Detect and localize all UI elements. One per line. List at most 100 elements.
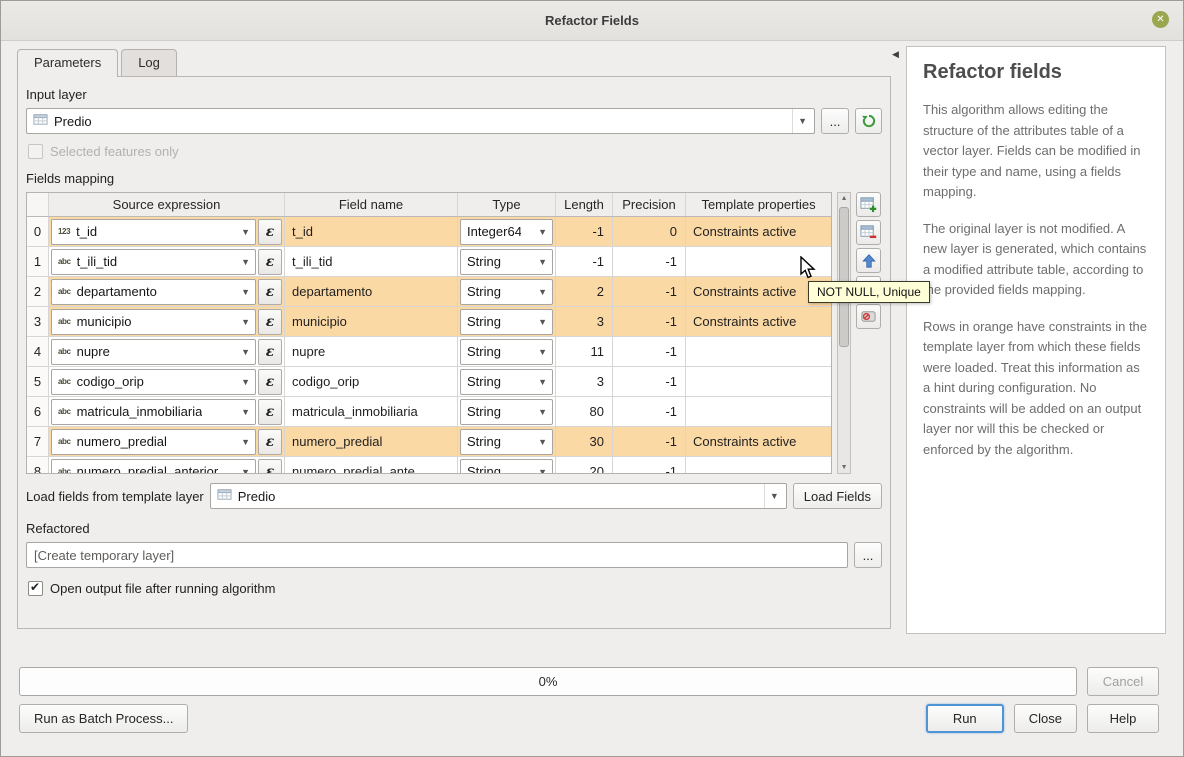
window-title: Refactor Fields: [545, 13, 639, 28]
chevron-down-icon: ▼: [236, 370, 255, 394]
type-combo[interactable]: String▼: [460, 309, 553, 335]
checkbox-box[interactable]: [28, 581, 43, 596]
type-combo[interactable]: String▼: [460, 429, 553, 455]
header-source-expression[interactable]: Source expression: [49, 193, 285, 216]
header-template-properties[interactable]: Template properties: [686, 193, 831, 216]
type-cell: String▼: [458, 307, 556, 336]
help-button[interactable]: Help: [1087, 704, 1159, 733]
row-number: 8: [27, 457, 49, 474]
precision-cell[interactable]: 0: [613, 217, 686, 246]
source-expression-combo[interactable]: 123t_id▼: [51, 219, 256, 245]
titlebar[interactable]: Refactor Fields ✕: [1, 1, 1183, 41]
template-layer-combo[interactable]: Predio ▼: [210, 483, 787, 509]
length-cell[interactable]: 30: [556, 427, 613, 456]
expression-builder-button[interactable]: ε: [258, 249, 282, 275]
field-name-cell[interactable]: numero_predial: [285, 427, 458, 456]
precision-cell[interactable]: -1: [613, 247, 686, 276]
field-name-cell[interactable]: numero_predial_ante: [285, 457, 458, 474]
type-combo[interactable]: String▼: [460, 399, 553, 425]
expression-builder-button[interactable]: ε: [258, 429, 282, 455]
precision-cell[interactable]: -1: [613, 337, 686, 366]
cancel-button[interactable]: Cancel: [1087, 667, 1159, 696]
field-name-cell[interactable]: departamento: [285, 277, 458, 306]
iterate-layer-button[interactable]: [855, 108, 882, 134]
expression-builder-button[interactable]: ε: [258, 219, 282, 245]
expression-builder-button[interactable]: ε: [258, 369, 282, 395]
close-icon[interactable]: ✕: [1152, 11, 1169, 28]
chevron-down-icon: ▼: [236, 280, 255, 304]
scroll-up-icon[interactable]: ▲: [838, 195, 850, 202]
field-name-cell[interactable]: t_id: [285, 217, 458, 246]
length-cell[interactable]: 2: [556, 277, 613, 306]
delete-field-button[interactable]: [856, 220, 881, 245]
expression-builder-button[interactable]: ε: [258, 399, 282, 425]
move-up-button[interactable]: [856, 248, 881, 273]
source-expression-combo[interactable]: abccodigo_orip▼: [51, 369, 256, 395]
input-layer-browse-button[interactable]: ...: [821, 108, 849, 134]
clear-fields-button[interactable]: [856, 304, 881, 329]
length-cell[interactable]: 80: [556, 397, 613, 426]
precision-cell[interactable]: -1: [613, 427, 686, 456]
type-combo[interactable]: String▼: [460, 249, 553, 275]
source-expression-combo[interactable]: abct_ili_tid▼: [51, 249, 256, 275]
expression-builder-button[interactable]: ε: [258, 339, 282, 365]
precision-cell[interactable]: -1: [613, 397, 686, 426]
type-combo[interactable]: String▼: [460, 459, 553, 475]
add-field-button[interactable]: [856, 192, 881, 217]
precision-cell[interactable]: -1: [613, 277, 686, 306]
type-cell: String▼: [458, 277, 556, 306]
load-fields-button[interactable]: Load Fields: [793, 483, 882, 509]
source-expression-combo[interactable]: abcnupre▼: [51, 339, 256, 365]
field-row: 3abcmunicipio▼εmunicipioString▼3-1Constr…: [27, 307, 831, 337]
field-name-cell[interactable]: matricula_inmobiliaria: [285, 397, 458, 426]
field-name-cell[interactable]: t_ili_tid: [285, 247, 458, 276]
source-expression-combo[interactable]: abcnumero_predial_anterior▼: [51, 459, 256, 475]
header-field-name[interactable]: Field name: [285, 193, 458, 216]
scrollbar-thumb[interactable]: [839, 207, 849, 347]
type-combo[interactable]: String▼: [460, 369, 553, 395]
refactored-output-input[interactable]: [Create temporary layer]: [26, 542, 848, 568]
precision-cell[interactable]: -1: [613, 367, 686, 396]
header-type[interactable]: Type: [458, 193, 556, 216]
type-cell: String▼: [458, 367, 556, 396]
open-output-checkbox[interactable]: Open output file after running algorithm: [28, 581, 882, 596]
fields-mapping-label: Fields mapping: [26, 171, 882, 186]
source-expression-combo[interactable]: abcmunicipio▼: [51, 309, 256, 335]
source-expression-combo[interactable]: abcnumero_predial▼: [51, 429, 256, 455]
precision-cell[interactable]: -1: [613, 457, 686, 474]
run-button[interactable]: Run: [926, 704, 1004, 733]
expression-builder-button[interactable]: ε: [258, 459, 282, 475]
length-cell[interactable]: 20: [556, 457, 613, 474]
scroll-down-icon[interactable]: ▼: [838, 464, 850, 471]
length-cell[interactable]: 3: [556, 367, 613, 396]
template-properties-cell: Constraints active: [686, 427, 831, 456]
expression-builder-button[interactable]: ε: [258, 309, 282, 335]
tab-log[interactable]: Log: [121, 49, 177, 76]
header-precision[interactable]: Precision: [613, 193, 686, 216]
collapse-help-icon[interactable]: ◀: [892, 49, 899, 60]
tab-parameters[interactable]: Parameters: [17, 49, 118, 77]
close-button[interactable]: Close: [1014, 704, 1077, 733]
type-combo[interactable]: String▼: [460, 339, 553, 365]
length-cell[interactable]: -1: [556, 217, 613, 246]
source-expression-combo[interactable]: abcmatricula_inmobiliaria▼: [51, 399, 256, 425]
length-cell[interactable]: 11: [556, 337, 613, 366]
type-combo[interactable]: String▼: [460, 279, 553, 305]
field-name-cell[interactable]: codigo_orip: [285, 367, 458, 396]
expression-builder-button[interactable]: ε: [258, 279, 282, 305]
vertical-scrollbar[interactable]: ▲ ▼: [837, 192, 851, 474]
source-expression-combo[interactable]: abcdepartamento▼: [51, 279, 256, 305]
length-cell[interactable]: -1: [556, 247, 613, 276]
field-name-cell[interactable]: municipio: [285, 307, 458, 336]
field-name-cell[interactable]: nupre: [285, 337, 458, 366]
precision-cell[interactable]: -1: [613, 307, 686, 336]
header-length[interactable]: Length: [556, 193, 613, 216]
run-as-batch-button[interactable]: Run as Batch Process...: [19, 704, 188, 733]
input-layer-combo[interactable]: Predio ▼: [26, 108, 815, 134]
source-expression-value: matricula_inmobiliaria: [77, 404, 203, 419]
field-type-icon: abc: [58, 407, 71, 416]
length-cell[interactable]: 3: [556, 307, 613, 336]
refactored-browse-button[interactable]: ...: [854, 542, 882, 568]
type-combo[interactable]: Integer64▼: [460, 219, 553, 245]
type-cell: String▼: [458, 247, 556, 276]
